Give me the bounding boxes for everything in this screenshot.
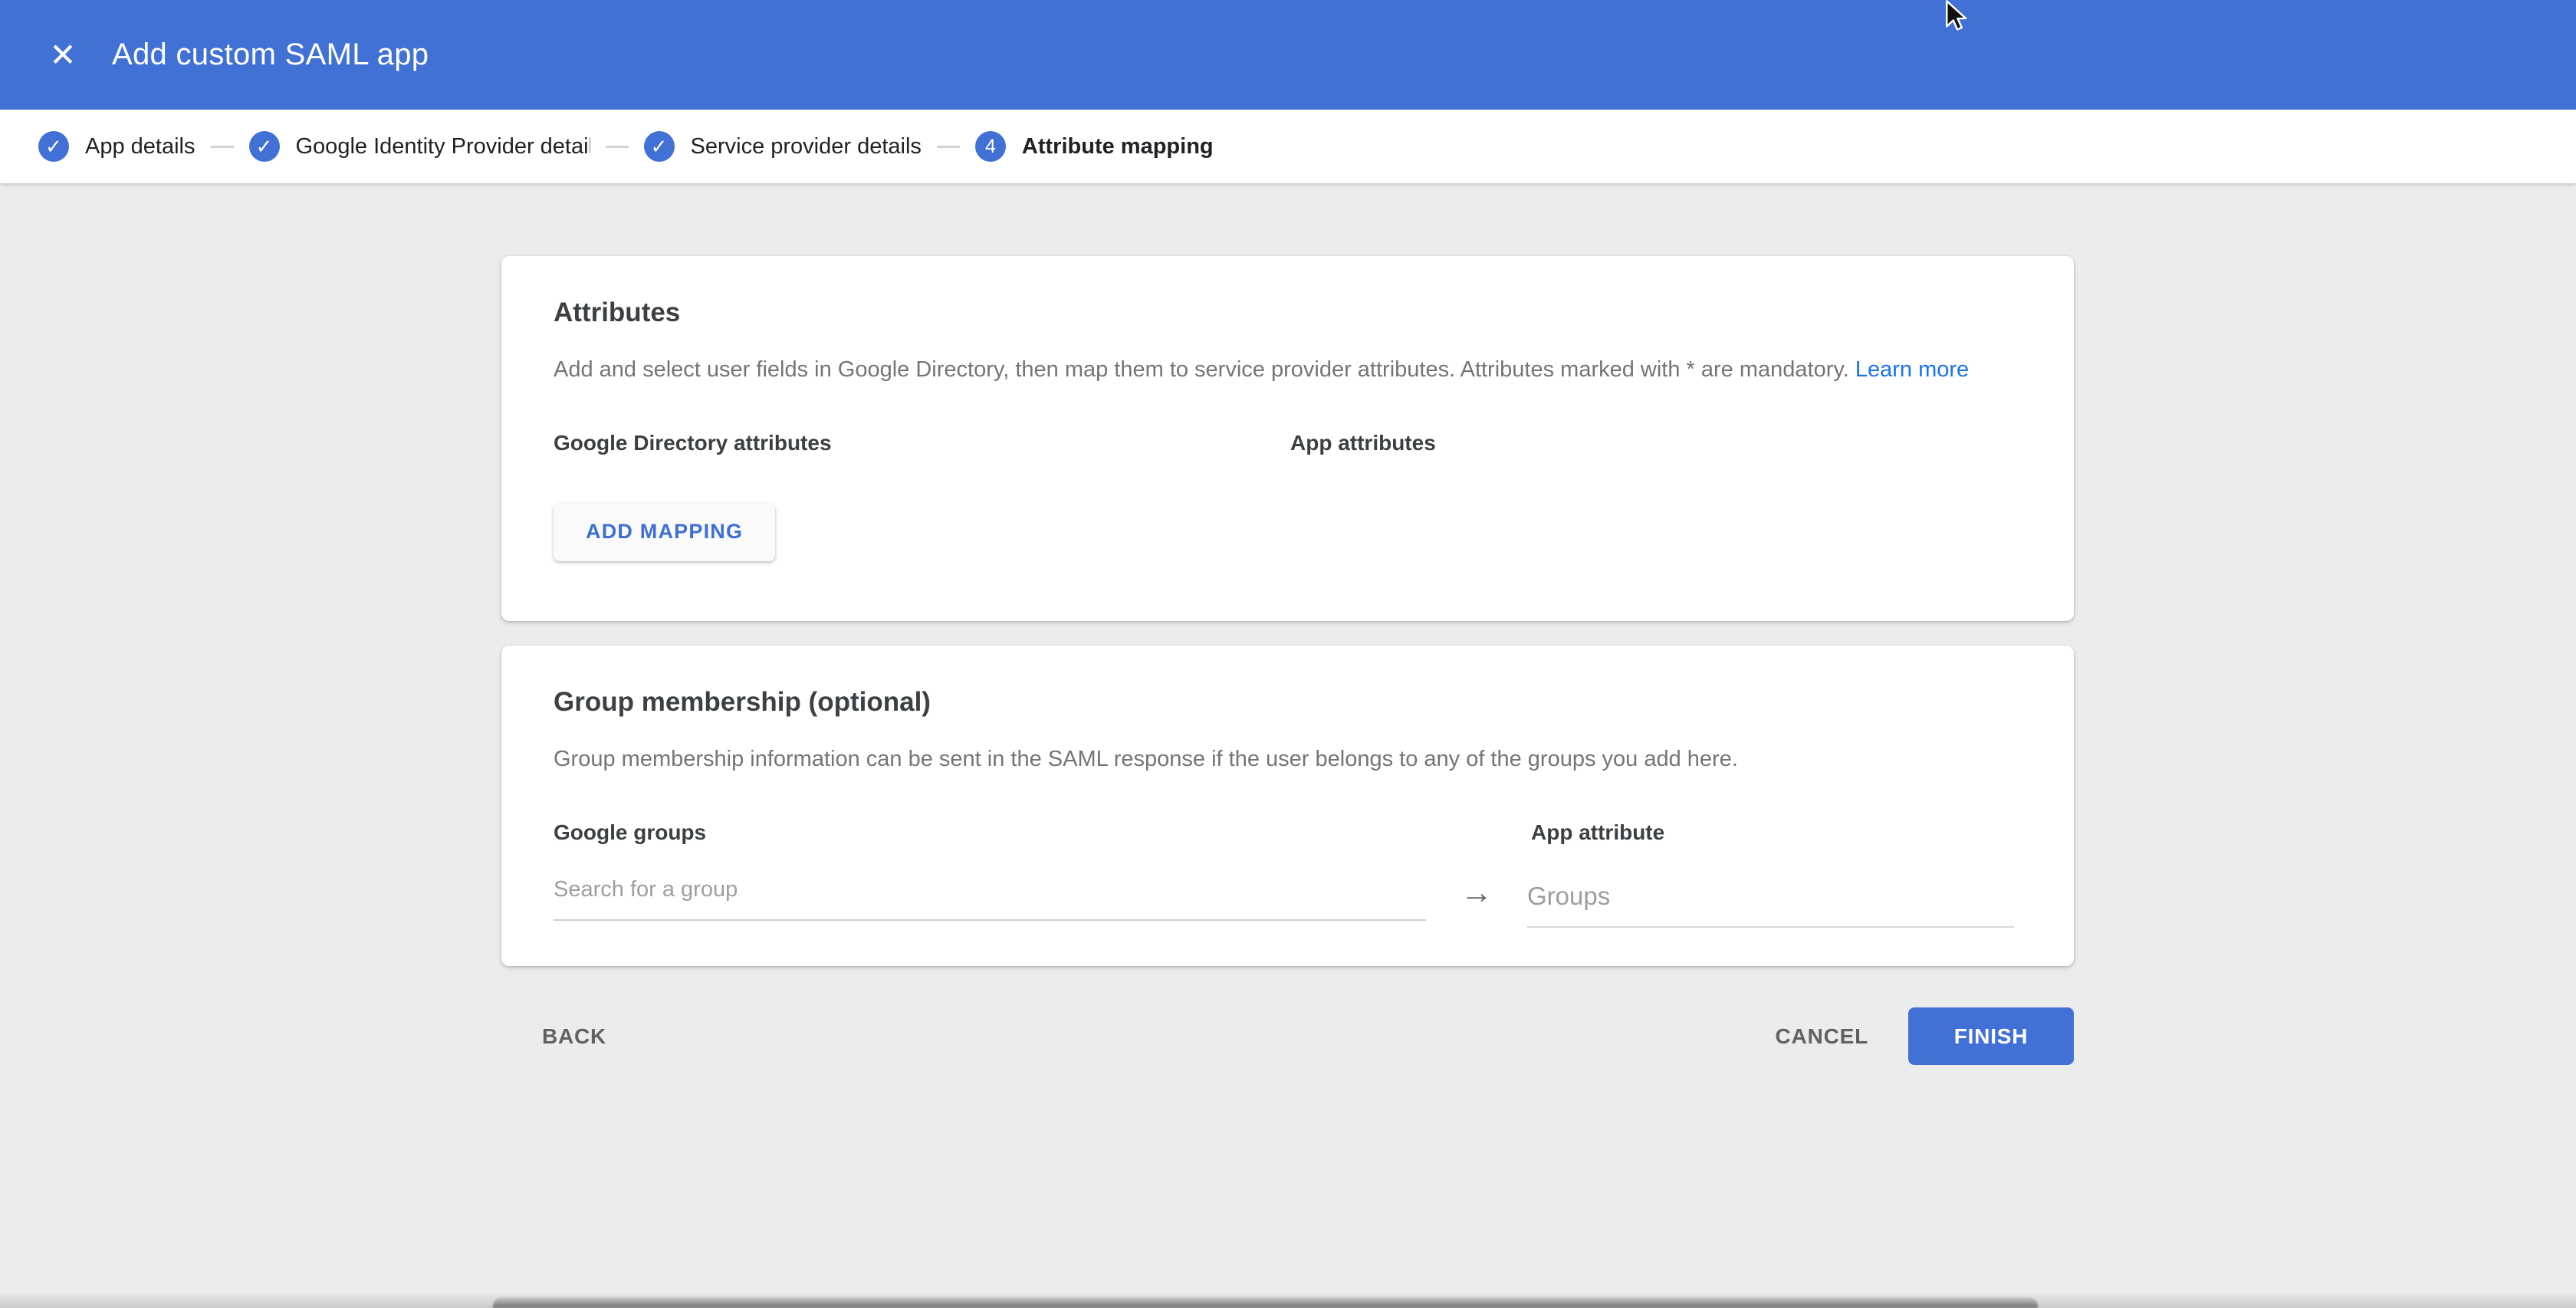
app-attribute-header: App attribute: [1531, 820, 1664, 845]
step-connector: [211, 146, 234, 148]
attributes-card: Attributes Add and select user fields in…: [501, 256, 2074, 621]
cancel-button[interactable]: CANCEL: [1754, 1011, 1890, 1063]
step-4-number: 4: [985, 137, 996, 156]
mapping-arrow-icon: →: [1426, 866, 1527, 911]
step-3-check-circle: ✓: [644, 131, 675, 162]
page-title: Add custom SAML app: [112, 38, 429, 72]
learn-more-link[interactable]: Learn more: [1855, 357, 1969, 382]
add-mapping-button[interactable]: ADD MAPPING: [554, 503, 775, 561]
step-attribute-mapping[interactable]: 4 Attribute mapping: [975, 131, 1214, 162]
attributes-description-text: Add and select user fields in Google Dir…: [554, 357, 1849, 382]
attributes-column-headers: Google Directory attributes App attribut…: [554, 431, 2022, 455]
dialog-header: ✕ Add custom SAML app: [0, 0, 2576, 110]
app-attributes-header: App attributes: [1290, 431, 1436, 455]
background-window-edge: [493, 1297, 2038, 1308]
step-connector: [937, 146, 960, 148]
close-glyph: ✕: [49, 39, 76, 71]
group-card-title: Group membership (optional): [554, 687, 2022, 718]
finish-button[interactable]: FINISH: [1908, 1007, 2074, 1065]
check-icon: ✓: [256, 136, 273, 156]
google-groups-header: Google groups: [554, 820, 1531, 845]
app-attribute-input[interactable]: [1527, 873, 2014, 928]
step-google-idp-details[interactable]: ✓ Google Identity Provider details: [249, 131, 590, 162]
group-mapping-row: →: [554, 866, 2022, 928]
stepper: ✓ App details ✓ Google Identity Provider…: [0, 110, 2576, 183]
step-service-provider-details[interactable]: ✓ Service provider details: [644, 131, 922, 162]
step-4-number-circle: 4: [975, 131, 1006, 162]
step-3-label: Service provider details: [691, 134, 922, 159]
group-card-description: Group membership information can be sent…: [554, 745, 2022, 774]
footer-actions: BACK CANCEL FINISH: [501, 1007, 2074, 1065]
step-2-check-circle: ✓: [249, 131, 280, 162]
step-1-check-circle: ✓: [38, 131, 69, 162]
check-icon: ✓: [651, 136, 668, 156]
group-search-input[interactable]: [554, 866, 1426, 921]
step-1-label: App details: [85, 134, 196, 159]
step-app-details[interactable]: ✓ App details: [38, 131, 196, 162]
attributes-card-description: Add and select user fields in Google Dir…: [554, 356, 2022, 385]
group-column-headers: Google groups App attribute: [554, 820, 2022, 845]
attributes-card-title: Attributes: [554, 297, 2022, 328]
app-attribute-field: [1527, 873, 2014, 928]
group-search-field: [554, 866, 1426, 921]
bottom-shadow: [0, 1291, 2576, 1308]
back-button[interactable]: BACK: [521, 1011, 628, 1063]
step-connector: [606, 146, 629, 148]
group-membership-card: Group membership (optional) Group member…: [501, 646, 2074, 966]
step-4-label: Attribute mapping: [1022, 134, 1214, 159]
close-icon[interactable]: ✕: [38, 31, 87, 80]
step-2-label: Google Identity Provider details: [296, 134, 590, 159]
check-icon: ✓: [45, 136, 62, 156]
google-directory-attributes-header: Google Directory attributes: [554, 431, 1290, 455]
